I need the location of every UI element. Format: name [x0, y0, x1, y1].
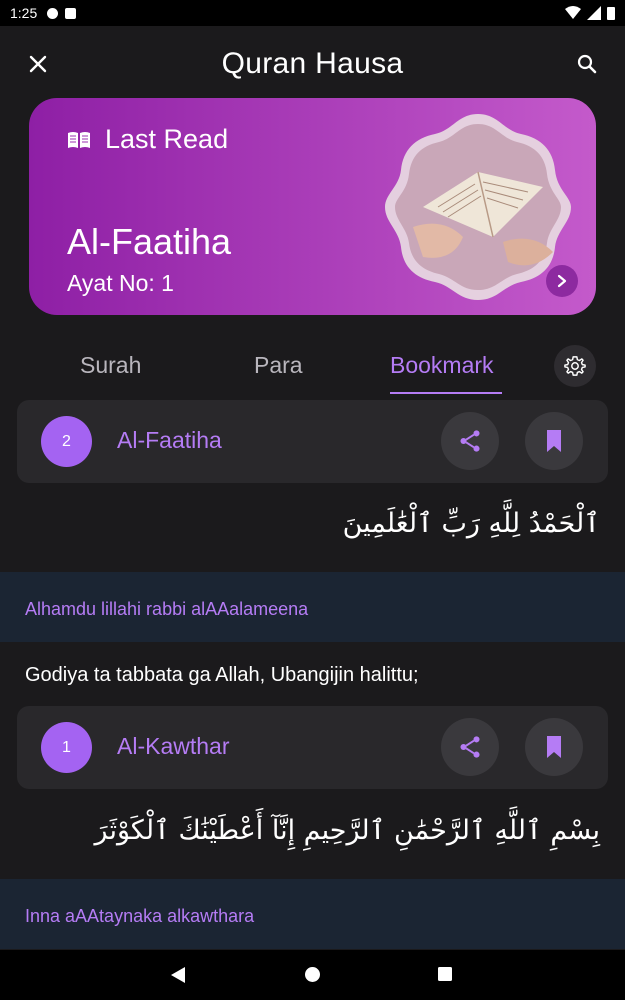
ayah-transliteration: Alhamdu lillahi rabbi alAAalameena [25, 599, 309, 619]
app-title: Quran Hausa [221, 47, 404, 80]
last-read-surah: Al-Faatiha [67, 221, 232, 262]
bookmark-row-al-kawthar[interactable]: 1 Al-Kawthar [17, 706, 608, 789]
settings-button[interactable] [554, 345, 596, 387]
last-read-ayat: Ayat No: 1 [67, 270, 174, 296]
ayah-arabic-text: ٱلْحَمْدُ لِلَّهِ رَبِّ ٱلْعَٰلَمِينَ [342, 508, 600, 539]
bookmark-button[interactable] [525, 412, 583, 470]
share-button[interactable] [441, 412, 499, 470]
last-read-card[interactable]: Last Read Al-Faatiha Ayat No: 1 [29, 98, 596, 315]
tab-bookmark[interactable]: Bookmark [390, 352, 494, 379]
ayah-arabic-text: بِسْمِ ٱللَّهِ ٱلرَّحْمَٰنِ ٱلرَّحِيمِ إ… [94, 815, 600, 846]
bookmark-button[interactable] [525, 718, 583, 776]
tab-bar: Surah Para Bookmark [0, 340, 625, 400]
status-time: 1:25 [10, 5, 38, 21]
bookmark-row-al-faatiha[interactable]: 2 Al-Faatiha [17, 400, 608, 483]
active-tab-indicator [390, 392, 502, 394]
home-icon[interactable] [304, 966, 321, 983]
gear-icon [564, 356, 586, 376]
surah-number-badge: 1 [41, 722, 92, 773]
back-icon[interactable] [170, 966, 186, 984]
share-icon [460, 430, 480, 452]
app-bar: Quran Hausa [0, 26, 625, 102]
search-icon [577, 54, 597, 74]
ayah-transliteration: Inna aAAtaynaka alkawthara [25, 906, 255, 926]
close-icon [29, 55, 47, 73]
battery-icon [607, 7, 615, 20]
tab-surah[interactable]: Surah [80, 352, 141, 379]
transliteration-band: Inna aAAtaynaka alkawthara [0, 879, 625, 949]
signal-icon [587, 6, 601, 20]
sd-card-icon [65, 7, 77, 19]
system-navigation-bar [0, 950, 625, 1000]
transliteration-band: Alhamdu lillahi rabbi alAAalameena [0, 572, 625, 642]
share-icon [460, 736, 480, 758]
quran-book-image [385, 114, 571, 300]
ayah-translation: Godiya ta tabbata ga Allah, Ubangijin ha… [25, 664, 419, 686]
book-icon [68, 131, 90, 148]
bookmark-icon [547, 430, 561, 452]
bookmark-surah-name: Al-Kawthar [117, 733, 230, 759]
share-button[interactable] [441, 718, 499, 776]
search-button[interactable] [571, 48, 603, 80]
surah-number-badge: 2 [41, 416, 92, 467]
recents-icon[interactable] [437, 966, 453, 982]
bookmark-icon [547, 736, 561, 758]
tab-para[interactable]: Para [254, 352, 303, 379]
notification-icon [47, 7, 59, 19]
last-read-open-button[interactable] [546, 265, 578, 297]
chevron-right-icon [557, 274, 567, 288]
close-button[interactable] [22, 48, 54, 80]
wifi-icon [565, 6, 581, 19]
bookmark-surah-name: Al-Faatiha [117, 427, 222, 453]
status-bar: 1:25 [0, 0, 625, 26]
last-read-header: Last Read [67, 124, 228, 155]
last-read-label: Last Read [105, 124, 229, 154]
